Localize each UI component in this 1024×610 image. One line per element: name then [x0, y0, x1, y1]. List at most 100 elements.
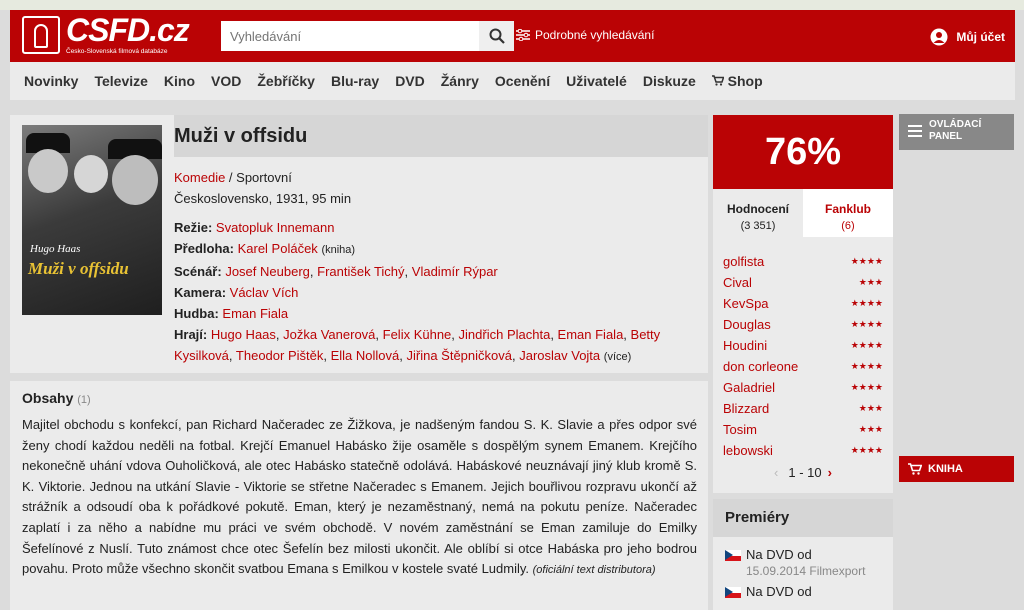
person-link[interactable]: Václav Vích	[230, 285, 299, 300]
user-link[interactable]: Houdini	[723, 338, 767, 353]
user-link[interactable]: don corleone	[723, 359, 798, 374]
rating-row: lebowski ★★★★	[713, 440, 893, 461]
next-page-icon[interactable]: ›	[828, 465, 832, 480]
person-link[interactable]: Hugo Haas	[211, 327, 276, 342]
credit-screenplay: Scénář: Josef Neuberg, František Tichý, …	[174, 264, 498, 279]
search-button[interactable]	[479, 21, 514, 51]
cart-icon	[711, 75, 725, 86]
user-link[interactable]: KevSpa	[723, 296, 769, 311]
premiere-date: 15.09.2014 Filmexport	[746, 564, 866, 578]
person-link[interactable]: Eman Fiala	[222, 306, 288, 321]
account-label: Můj účet	[956, 30, 1005, 44]
sliders-icon	[516, 29, 530, 41]
stars-icon: ★★★★	[850, 319, 883, 329]
genre-link[interactable]: Komedie	[174, 170, 225, 185]
rating-row: Galadriel ★★★★	[713, 377, 893, 398]
poster-title: Muži v offsidu	[28, 259, 129, 278]
advanced-search-link[interactable]: Podrobné vyhledávání	[516, 28, 654, 42]
premiere-label: Na DVD od	[746, 584, 812, 599]
rating-row: Douglas ★★★★	[713, 314, 893, 335]
logo-subtitle: Česko-Slovenská filmová databáze	[66, 48, 168, 55]
person-link[interactable]: Jindřich Plachta	[459, 327, 551, 342]
person-link[interactable]: Jožka Vanerová	[283, 327, 375, 342]
credit-director: Režie: Svatopluk Innemann	[174, 220, 335, 235]
film-title: Muži v offsidu	[174, 125, 308, 147]
control-panel-button[interactable]: OVLÁDACÍ PANEL	[899, 114, 1014, 150]
hamburger-icon	[908, 125, 922, 127]
rating-row: Blizzard ★★★	[713, 398, 893, 419]
user-link[interactable]: Blizzard	[723, 401, 769, 416]
account-link[interactable]: Můj účet	[930, 28, 1005, 46]
nav-item-dvd[interactable]: DVD	[395, 73, 425, 89]
ratings-pager: ‹ 1 - 10 ›	[713, 465, 893, 480]
user-link[interactable]: Tosim	[723, 422, 757, 437]
tab-fanclub[interactable]: Fanklub (6)	[803, 189, 893, 237]
user-ratings-list: golfista ★★★★ Cival ★★★ KevSpa ★★★★ Douglas…	[713, 251, 893, 461]
person-link[interactable]: Ella Nollová	[331, 348, 400, 363]
genre-text: Sportovní	[236, 170, 292, 185]
genres: Komedie / Sportovní	[174, 170, 292, 185]
credit-camera: Kamera: Václav Vích	[174, 285, 299, 300]
film-header-panel: Hugo Haas Muži v offsidu Muži v offsidu …	[10, 115, 708, 373]
person-link[interactable]: Karel Poláček	[238, 241, 318, 256]
czech-flag-icon	[725, 550, 741, 561]
user-link[interactable]: Cival	[723, 275, 752, 290]
nav-item-oceneni[interactable]: Ocenění	[495, 73, 550, 89]
credit-music: Hudba: Eman Fiala	[174, 306, 289, 321]
plot-heading: Obsahy (1)	[22, 390, 91, 406]
nav-item-vod[interactable]: VOD	[211, 73, 241, 89]
credit-cast: Hrají: Hugo Haas, Jožka Vanerová, Felix …	[174, 327, 661, 363]
film-poster[interactable]: Hugo Haas Muži v offsidu	[22, 125, 162, 315]
nav-item-novinky[interactable]: Novinky	[24, 73, 78, 89]
stars-icon: ★★★★	[850, 361, 883, 371]
tab-ratings[interactable]: Hodnocení (3 351)	[713, 189, 803, 237]
rating-score: 76%	[713, 115, 893, 189]
person-link[interactable]: Svatopluk Innemann	[216, 220, 335, 235]
plot-panel: Obsahy (1) Majitel obchodu s konfekcí, p…	[10, 381, 708, 610]
person-link[interactable]: Felix Kühne	[383, 327, 452, 342]
user-link[interactable]: Galadriel	[723, 380, 775, 395]
rating-row: Houdini ★★★★	[713, 335, 893, 356]
nav-item-uzivatele[interactable]: Uživatelé	[566, 73, 627, 89]
stars-icon: ★★★★	[850, 445, 883, 455]
stars-icon: ★★★	[858, 403, 883, 413]
poster-actor: Hugo Haas	[30, 243, 81, 255]
czech-flag-icon	[725, 587, 741, 598]
prev-page-icon[interactable]: ‹	[774, 465, 778, 480]
search-box	[221, 21, 514, 51]
stars-icon: ★★★★	[850, 340, 883, 350]
cast-more-link[interactable]: (více)	[604, 351, 632, 363]
stars-icon: ★★★★	[850, 298, 883, 308]
user-link[interactable]: lebowski	[723, 443, 773, 458]
credit-source: Předloha: Karel Poláček (kniha)	[174, 241, 356, 256]
pager-range: 1 - 10	[788, 465, 822, 480]
person-link[interactable]: Eman Fiala	[558, 327, 624, 342]
rating-row: don corleone ★★★★	[713, 356, 893, 377]
person-link[interactable]: Jaroslav Vojta	[519, 348, 600, 363]
premiere-item: Na DVD od 15.09.2014 Filmexport	[713, 547, 893, 578]
nav-item-zanry[interactable]: Žánry	[441, 73, 479, 89]
user-link[interactable]: golfista	[723, 254, 764, 269]
search-icon	[489, 28, 505, 44]
site-logo[interactable]: CSFD.cz Česko-Slovenská filmová databáze	[22, 12, 192, 56]
advanced-search-label: Podrobné vyhledávání	[535, 28, 655, 42]
nav-item-diskuze[interactable]: Diskuze	[643, 73, 696, 89]
user-link[interactable]: Douglas	[723, 317, 771, 332]
film-origin: Československo, 1931, 95 min	[174, 191, 352, 206]
nav-item-televize[interactable]: Televize	[94, 73, 147, 89]
book-label: KNIHA	[928, 463, 963, 475]
person-link[interactable]: František Tichý	[317, 264, 404, 279]
nav-item-kino[interactable]: Kino	[164, 73, 195, 89]
nav-item-shop[interactable]: Shop	[711, 73, 763, 89]
stars-icon: ★★★	[858, 424, 883, 434]
book-button[interactable]: KNIHA	[899, 456, 1014, 482]
person-link[interactable]: Jiřina Štěpničková	[406, 348, 512, 363]
nav-item-zebricky[interactable]: Žebříčky	[257, 73, 315, 89]
premieres-panel: Premiéry Na DVD od 15.09.2014 Filmexport…	[713, 499, 893, 610]
nav-item-bluray[interactable]: Blu-ray	[331, 73, 379, 89]
person-link[interactable]: Vladimír Rýpar	[412, 264, 498, 279]
premiere-item: Na DVD od	[713, 584, 893, 599]
person-link[interactable]: Josef Neuberg	[225, 264, 310, 279]
search-input[interactable]	[221, 21, 469, 51]
person-link[interactable]: Theodor Pištěk	[236, 348, 323, 363]
